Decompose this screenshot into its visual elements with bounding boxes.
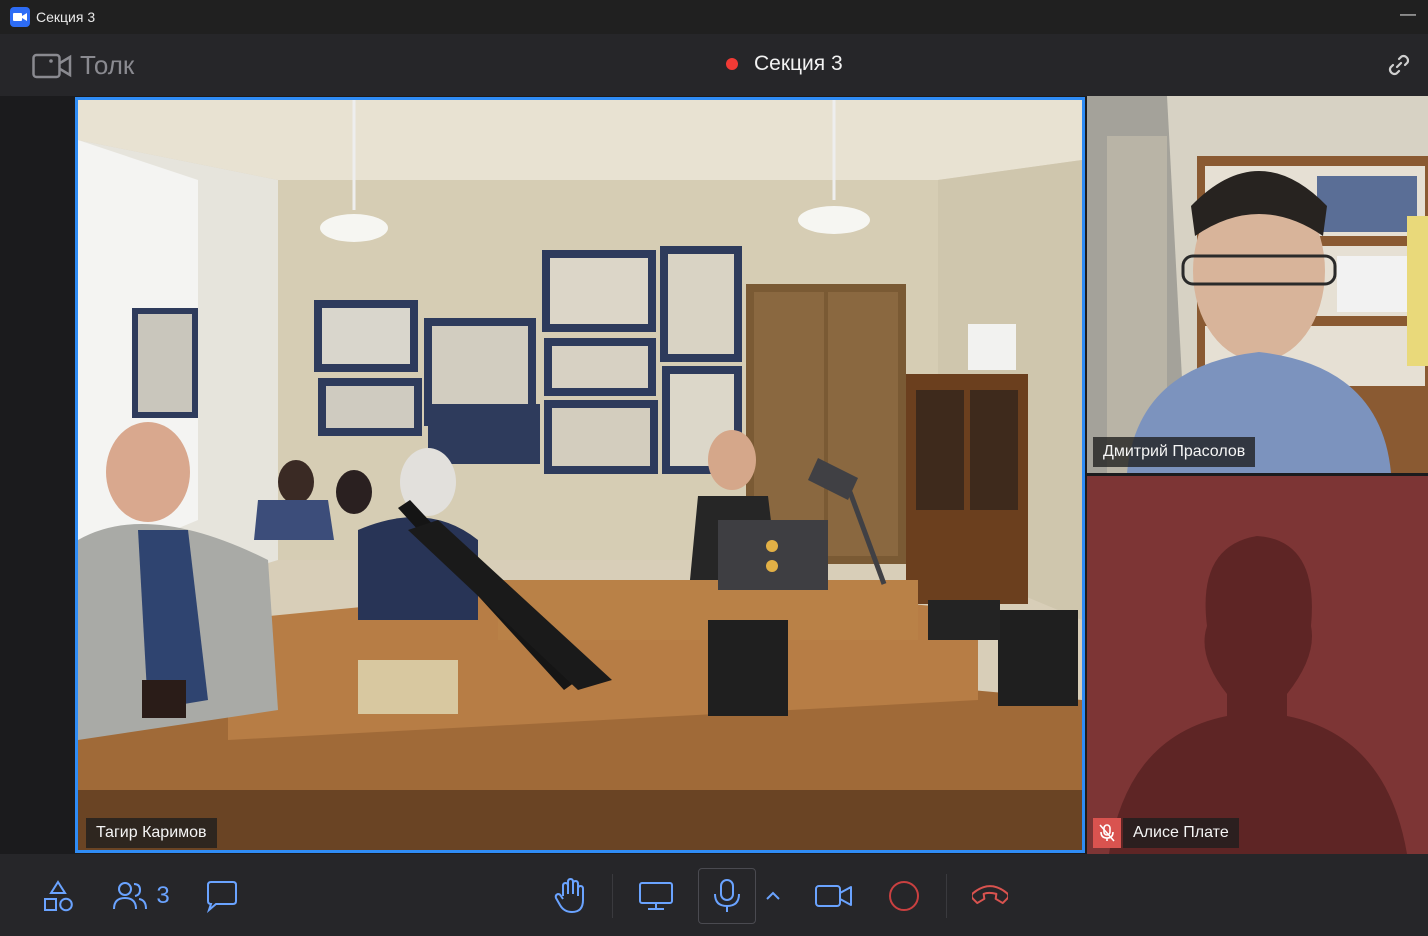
muted-microphone-icon bbox=[1093, 818, 1121, 848]
meeting-title: Секция 3 bbox=[726, 52, 843, 76]
leave-call-icon bbox=[972, 885, 1008, 905]
record-button[interactable] bbox=[880, 868, 928, 924]
call-toolbar: 3 bbox=[0, 854, 1428, 936]
chat-button[interactable] bbox=[200, 868, 244, 924]
minimize-button[interactable]: — bbox=[1398, 6, 1418, 26]
main-video-tile[interactable]: Тагир Каримов bbox=[75, 97, 1085, 853]
leave-call-button[interactable] bbox=[966, 868, 1014, 924]
brand-name: Толк bbox=[80, 50, 135, 80]
window-title: Секция 3 bbox=[36, 9, 96, 25]
camera-icon bbox=[815, 885, 852, 907]
meeting-title-text: Секция 3 bbox=[754, 52, 843, 75]
brand-logo: Толк bbox=[32, 50, 134, 81]
participants-count: 3 bbox=[156, 882, 170, 909]
participant-tile-2[interactable]: Алисе Плате bbox=[1087, 476, 1428, 854]
participant-tile-1[interactable]: Дмитрий Прасолов bbox=[1087, 96, 1428, 473]
video-brand-icon bbox=[32, 53, 72, 78]
toolbar-separator bbox=[946, 874, 947, 918]
participant-name-2: Алисе Плате bbox=[1123, 818, 1239, 848]
chevron-up-icon bbox=[766, 891, 780, 900]
shapes-icon bbox=[44, 880, 73, 912]
raise-hand-icon bbox=[554, 878, 584, 913]
app-icon bbox=[10, 7, 30, 27]
camera-button[interactable] bbox=[810, 868, 858, 924]
microphone-button[interactable] bbox=[698, 868, 756, 924]
raise-hand-button[interactable] bbox=[548, 868, 592, 924]
apps-button[interactable] bbox=[36, 868, 80, 924]
main-participant-name: Тагир Каримов bbox=[86, 818, 217, 848]
video-grid: Тагир Каримов Дмитрий Прасолов Алисе Пла… bbox=[0, 96, 1428, 854]
audio-options-button[interactable] bbox=[762, 868, 784, 924]
participants-icon bbox=[113, 882, 148, 910]
meeting-header: Толк Секция 3 bbox=[0, 34, 1428, 96]
window-titlebar: Секция 3 — bbox=[0, 0, 1428, 34]
conference-room-video bbox=[78, 100, 1082, 850]
participant-video-1 bbox=[1087, 96, 1428, 473]
toolbar-separator bbox=[612, 874, 613, 918]
screen-share-button[interactable] bbox=[632, 868, 680, 924]
microphone-icon bbox=[714, 879, 740, 912]
record-icon bbox=[889, 881, 919, 911]
copy-link-icon[interactable] bbox=[1386, 52, 1412, 78]
screen-share-icon bbox=[639, 882, 673, 910]
participant-name-1: Дмитрий Прасолов bbox=[1093, 437, 1256, 467]
recording-indicator bbox=[726, 58, 738, 70]
avatar-placeholder-icon bbox=[1087, 476, 1428, 854]
chat-icon bbox=[206, 881, 237, 913]
participants-button[interactable]: 3 bbox=[106, 868, 176, 924]
